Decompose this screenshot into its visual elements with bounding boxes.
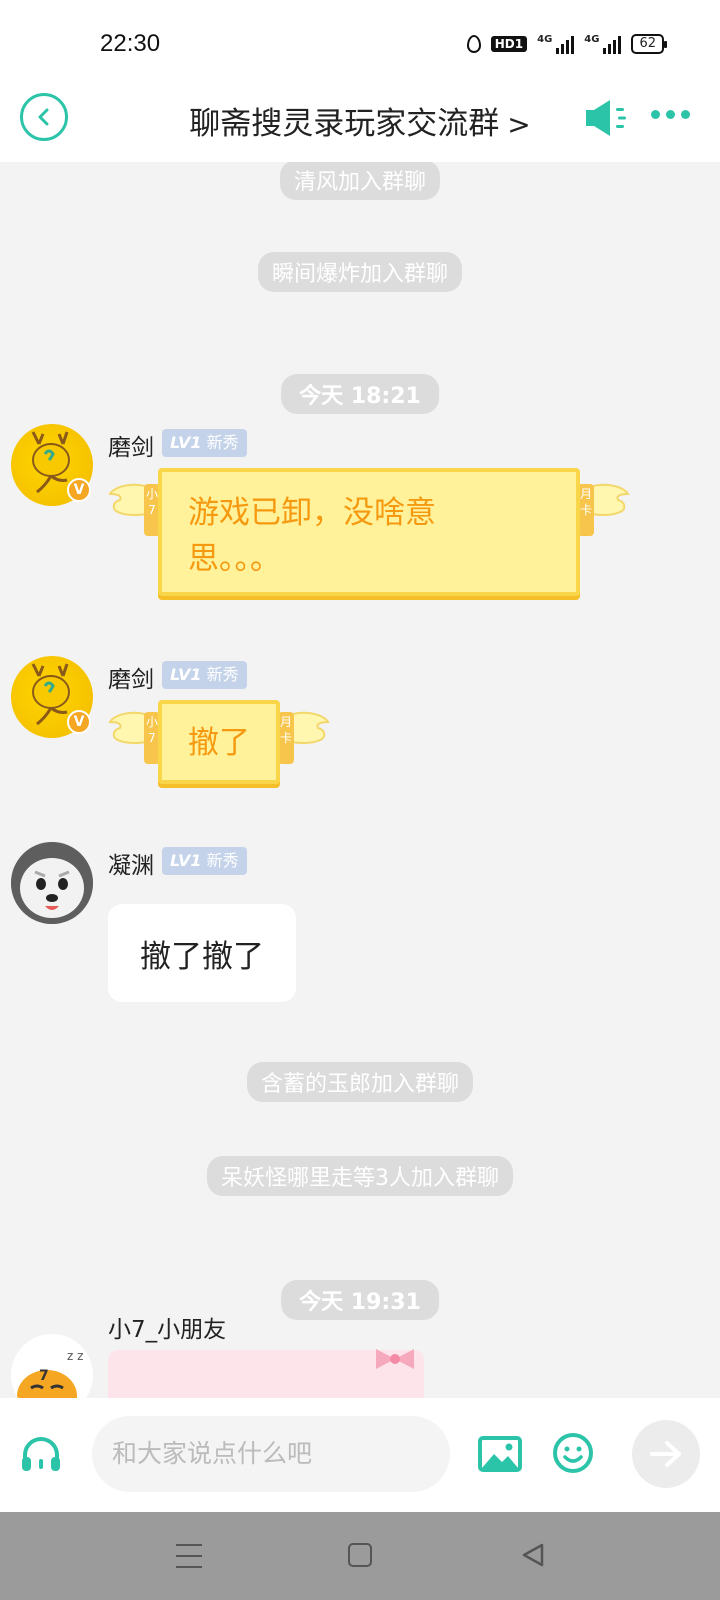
hd-icon: HD1 (490, 36, 528, 52)
avatar[interactable] (11, 842, 93, 924)
signal-icon-2: 4G (584, 34, 622, 54)
sender-name: 磨剑 (108, 435, 154, 461)
svg-text:7: 7 (39, 1368, 49, 1384)
home-square-icon[interactable] (348, 1543, 372, 1567)
sender-name: 磨剑 (108, 667, 154, 693)
headset-icon[interactable] (18, 1433, 64, 1479)
level-badge: LV1 新秀 (162, 429, 247, 457)
message-text-line2: 思。。。 (188, 541, 281, 577)
sender-name: 小7_小朋友 (108, 1317, 227, 1343)
image-icon[interactable] (478, 1436, 522, 1472)
arrow-right-icon (650, 1441, 681, 1467)
message-bubble-pink[interactable] (108, 1349, 424, 1398)
time-badge: 今天 19:31 (281, 1280, 439, 1320)
level-badge: LV1 新秀 (162, 661, 247, 689)
signal-icon: 4G (537, 34, 575, 54)
message-input[interactable]: 和大家说点什么吧 (92, 1416, 450, 1492)
battery-icon: 62 (631, 34, 667, 54)
vip-badge: V (67, 478, 91, 502)
status-time: 22:30 (100, 30, 161, 57)
vip-tag-right: 月卡 (278, 712, 294, 764)
sender-name: 凝渊 (108, 853, 154, 879)
chat-header: 聊斋搜灵录玩家交流群 > (0, 80, 720, 162)
back-triangle-icon[interactable] (520, 1542, 546, 1568)
menu-icon[interactable] (176, 1544, 202, 1568)
tiger-avatar-icon: z z 7 (17, 1349, 83, 1398)
dog-avatar-icon (11, 842, 93, 924)
smiley-icon[interactable] (552, 1432, 594, 1474)
input-bar: 和大家说点什么吧 (0, 1398, 720, 1512)
status-bar: 22:30 HD1 4G 4G 62 (0, 0, 720, 80)
system-message: 瞬间爆炸加入群聊 (257, 252, 463, 292)
message-bubble[interactable]: 撤了撤了 (108, 904, 296, 1002)
message-bubble-vip[interactable]: 撤了 (158, 700, 280, 784)
more-dots-icon[interactable] (651, 110, 690, 119)
vip-tag-right: 月卡 (578, 484, 594, 536)
level-badge: LV1 新秀 (162, 847, 247, 875)
vip-badge: V (67, 710, 91, 734)
system-message: 清风加入群聊 (279, 162, 441, 200)
avatar[interactable]: z z 7 (11, 1334, 93, 1398)
megaphone-icon[interactable] (586, 98, 632, 138)
system-message: 呆妖怪哪里走等3人加入群聊 (207, 1156, 513, 1196)
data-saver-icon (466, 35, 481, 53)
chevron-right-icon: > (507, 108, 531, 141)
send-button[interactable] (632, 1420, 700, 1488)
message-text: 撤了 (188, 725, 250, 761)
message-bubble-vip[interactable]: 游戏已卸，没啥意 思。。。 (158, 468, 580, 596)
message-text: 撤了撤了 (140, 938, 264, 975)
system-message: 含蓄的玉郎加入群聊 (246, 1062, 474, 1102)
system-nav-bar (0, 1512, 720, 1600)
time-badge: 今天 18:21 (281, 374, 439, 414)
bow-icon (376, 1349, 414, 1369)
message-text-line1: 游戏已卸，没啥意 (188, 495, 436, 531)
svg-text:z z: z z (67, 1349, 83, 1363)
chat-area[interactable]: 清风加入群聊 瞬间爆炸加入群聊 今天 18:21 V 磨剑 LV1 新秀 小7 … (0, 162, 720, 1398)
group-title: 聊斋搜灵录玩家交流群 (189, 106, 500, 142)
status-icons: HD1 4G 4G 62 (466, 34, 667, 54)
